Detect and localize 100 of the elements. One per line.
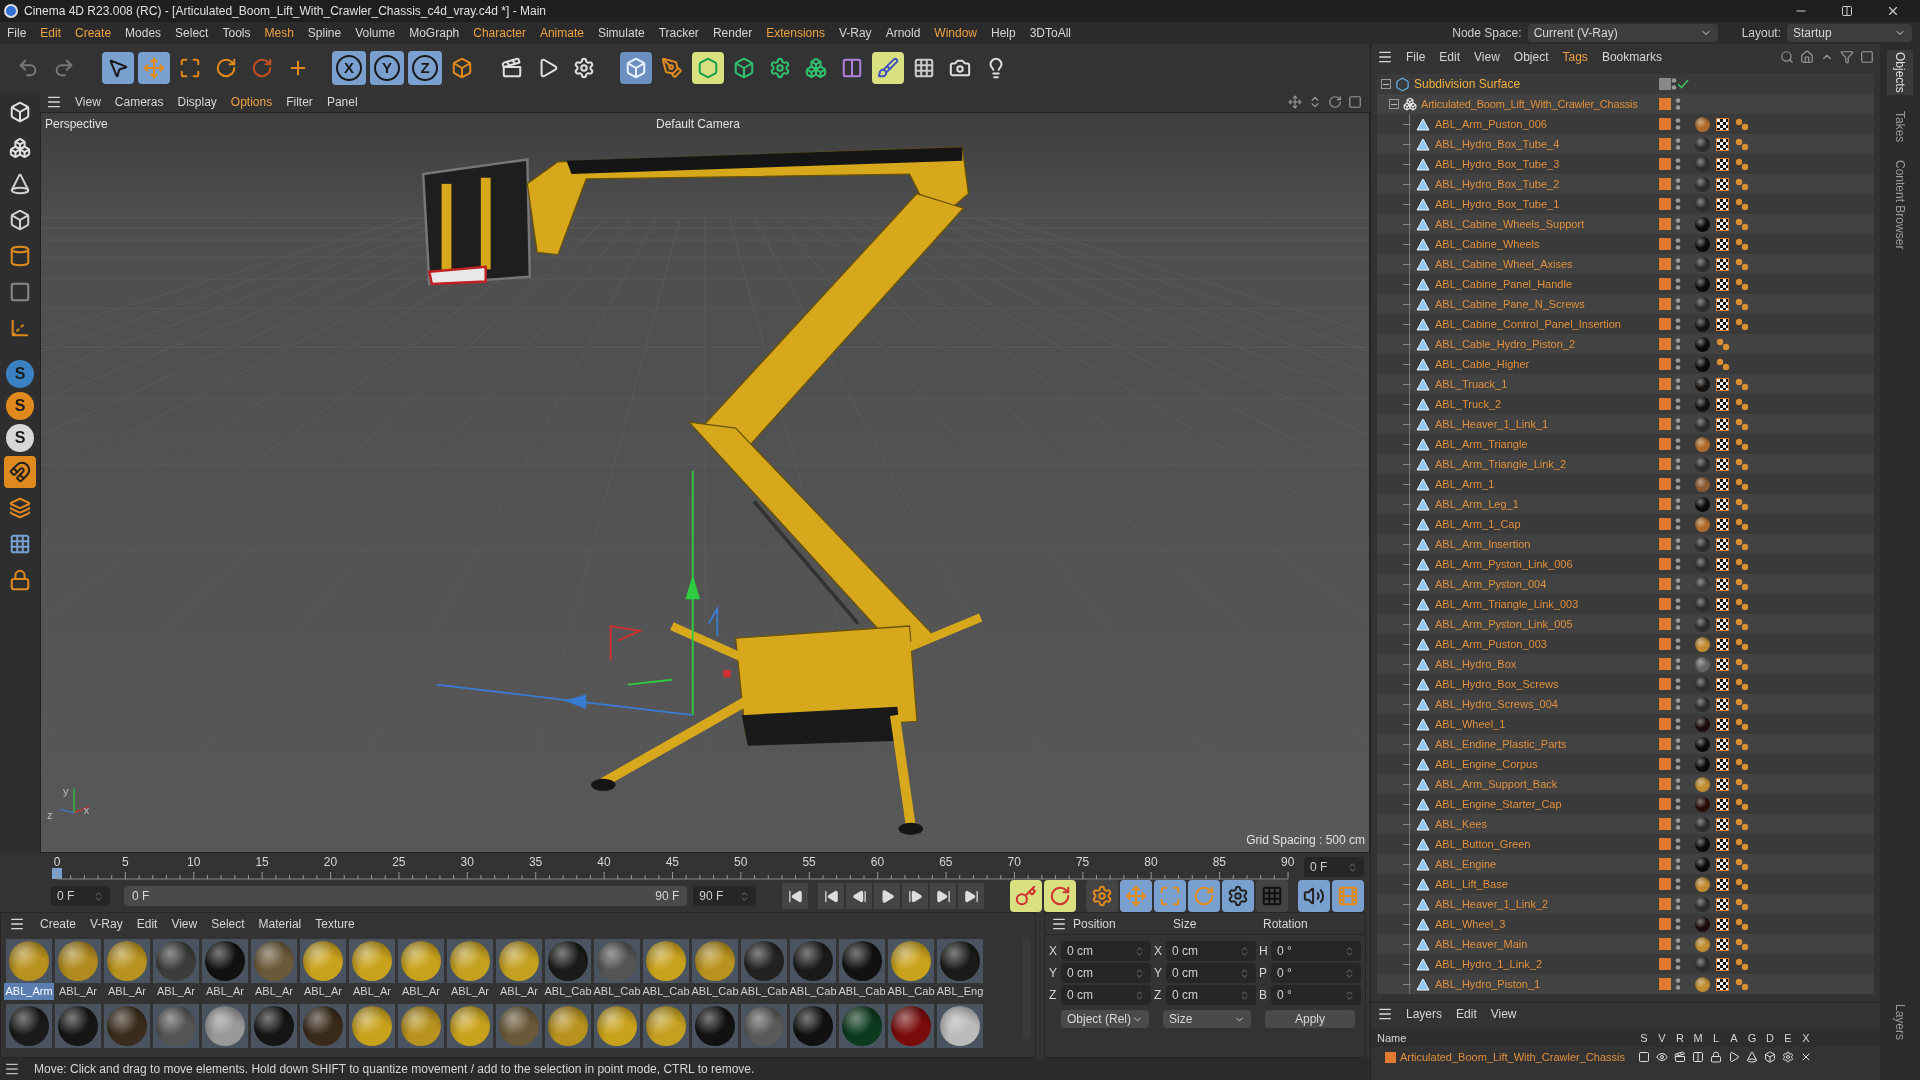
object-row[interactable]: ABL_Hydro_Screws_004	[1377, 694, 1874, 714]
stepper-icon[interactable]	[1347, 861, 1358, 873]
visibility-dots-icon[interactable]	[1675, 757, 1681, 771]
texture-tag-icon[interactable]	[1716, 897, 1729, 911]
texture-tag-icon[interactable]	[1716, 137, 1729, 151]
layer-color-icon[interactable]	[1659, 298, 1671, 310]
texture-tag-icon[interactable]	[1716, 457, 1729, 471]
visibility-dots-icon[interactable]	[1675, 677, 1681, 691]
phong-tag-icon[interactable]	[1735, 977, 1749, 991]
status-menu-icon[interactable]	[4, 1061, 20, 1077]
snap-button[interactable]: S	[6, 392, 34, 420]
visibility-dots-icon[interactable]	[1675, 217, 1681, 231]
layer-color-icon[interactable]	[1659, 678, 1671, 690]
menu-item[interactable]: View	[164, 915, 205, 933]
filter-icon[interactable]	[1840, 50, 1854, 64]
phong-tag-icon[interactable]	[1735, 797, 1749, 811]
object-row[interactable]: ABL_Engine_Corpus	[1377, 754, 1874, 774]
layer-color-icon[interactable]	[1659, 598, 1671, 610]
snap-button[interactable]: S	[6, 360, 34, 388]
object-row[interactable]: ABL_Hydro_Box_Tube_4	[1377, 134, 1874, 154]
phong-tag-icon[interactable]	[1735, 657, 1749, 671]
orbit-icon[interactable]	[1328, 95, 1342, 109]
menu-item[interactable]: Options	[223, 93, 280, 111]
visibility-dots-icon[interactable]	[1675, 837, 1681, 851]
object-row[interactable]: Articulated_Boom_Lift_With_Crawler_Chassis	[1377, 94, 1874, 114]
layer-color-icon[interactable]	[1659, 658, 1671, 670]
phong-tag-icon[interactable]	[1735, 697, 1749, 711]
menu-item[interactable]: V-Ray	[83, 915, 130, 933]
texture-tag-icon[interactable]	[1716, 197, 1729, 211]
menu-item[interactable]: View	[1483, 1005, 1524, 1023]
phong-tag-icon[interactable]	[1735, 537, 1749, 551]
layer-color-icon[interactable]	[1659, 738, 1671, 750]
visibility-dots-icon[interactable]	[1675, 197, 1681, 211]
menu-item[interactable]: Extensions	[759, 24, 832, 42]
layer-color-icon[interactable]	[1659, 418, 1671, 430]
visibility-dots-icon[interactable]	[1675, 297, 1681, 311]
stepper-icon[interactable]	[1344, 967, 1355, 979]
object-row[interactable]: ABL_Arm_Leg_1	[1377, 494, 1874, 514]
object-row[interactable]: ABL_Truack_1	[1377, 374, 1874, 394]
phong-tag-icon[interactable]	[1735, 397, 1749, 411]
texture-tag-icon[interactable]	[1716, 317, 1729, 331]
size-field[interactable]: 0 cm	[1166, 985, 1256, 1005]
menu-item[interactable]: Display	[170, 93, 224, 111]
object-row[interactable]: ABL_Hydro_Piston_1	[1377, 974, 1874, 994]
texture-tag-icon[interactable]	[1716, 657, 1729, 671]
visibility-dots-icon[interactable]	[1675, 437, 1681, 451]
layer-color-icon[interactable]	[1659, 798, 1671, 810]
phong-tag-icon[interactable]	[1735, 457, 1749, 471]
side-tab[interactable]: Layers	[1891, 1003, 1909, 1040]
stepper-icon[interactable]	[1239, 945, 1250, 957]
phong-tag-icon[interactable]	[1735, 777, 1749, 791]
menu-item[interactable]: Material	[251, 915, 309, 933]
menu-item[interactable]: MoGraph	[402, 24, 467, 42]
menu-item[interactable]: Arnold	[878, 24, 928, 42]
apply-button[interactable]: Apply	[1265, 1010, 1355, 1028]
layer-color-icon[interactable]	[1659, 938, 1671, 950]
search-icon[interactable]	[1780, 50, 1794, 64]
menu-item[interactable]: Window	[927, 24, 984, 42]
material-menu-icon[interactable]	[9, 916, 25, 932]
texture-tag-icon[interactable]	[1716, 937, 1729, 951]
visibility-dots-icon[interactable]	[1675, 117, 1681, 131]
phong-tag-icon[interactable]	[1735, 937, 1749, 951]
menu-item[interactable]: Help	[984, 24, 1023, 42]
menu-item[interactable]: Edit	[129, 915, 165, 933]
phong-tag-icon[interactable]	[1735, 717, 1749, 731]
viewport[interactable]: Perspective Default Camera y z x Grid Spacing : 500 cm	[40, 112, 1370, 853]
texture-tag-icon[interactable]	[1716, 157, 1729, 171]
object-row[interactable]: ABL_Arm_Insertion	[1377, 534, 1874, 554]
object-row[interactable]: ABL_Wheel_3	[1377, 914, 1874, 934]
last-frame-button[interactable]	[958, 883, 984, 909]
layer-color-icon[interactable]	[1659, 478, 1671, 490]
menu-item[interactable]: View	[1467, 48, 1507, 66]
texture-tag-icon[interactable]	[1716, 697, 1729, 711]
layer-color-icon[interactable]	[1659, 978, 1671, 990]
phong-tag-icon[interactable]	[1735, 577, 1749, 591]
menu-item[interactable]: Edit	[1432, 48, 1468, 66]
menu-item[interactable]: Texture	[308, 915, 362, 933]
keyframe-settings-button[interactable]	[1086, 880, 1118, 912]
phong-tag-icon[interactable]	[1735, 217, 1749, 231]
object-row[interactable]: ABL_Cabine_Control_Panel_Insertion	[1377, 314, 1874, 334]
texture-tag-icon[interactable]	[1716, 557, 1729, 571]
phong-tag-icon[interactable]	[1735, 297, 1749, 311]
texture-tag-icon[interactable]	[1716, 777, 1729, 791]
menu-item[interactable]: 3DToAll	[1022, 24, 1079, 42]
object-row[interactable]: ABL_Arm_Triangle	[1377, 434, 1874, 454]
visibility-dots-icon[interactable]	[1675, 97, 1681, 111]
texture-tag-icon[interactable]	[1716, 257, 1729, 271]
texture-tag-icon[interactable]	[1716, 677, 1729, 691]
visibility-dots-icon[interactable]	[1675, 237, 1681, 251]
visibility-dots-icon[interactable]	[1675, 557, 1681, 571]
position-field[interactable]: 0 cm	[1061, 985, 1151, 1005]
stepper-icon[interactable]	[1239, 967, 1250, 979]
phong-tag-icon[interactable]	[1735, 917, 1749, 931]
stepper-icon[interactable]	[1134, 989, 1145, 1001]
animation-icon[interactable]	[1728, 1051, 1740, 1063]
menu-item[interactable]: Panel	[319, 93, 365, 111]
visibility-dots-icon[interactable]	[1675, 457, 1681, 471]
layer-color-icon[interactable]	[1659, 238, 1671, 250]
object-row[interactable]: ABL_Heaver_Main	[1377, 934, 1874, 954]
previous-frame-button[interactable]	[846, 883, 872, 909]
